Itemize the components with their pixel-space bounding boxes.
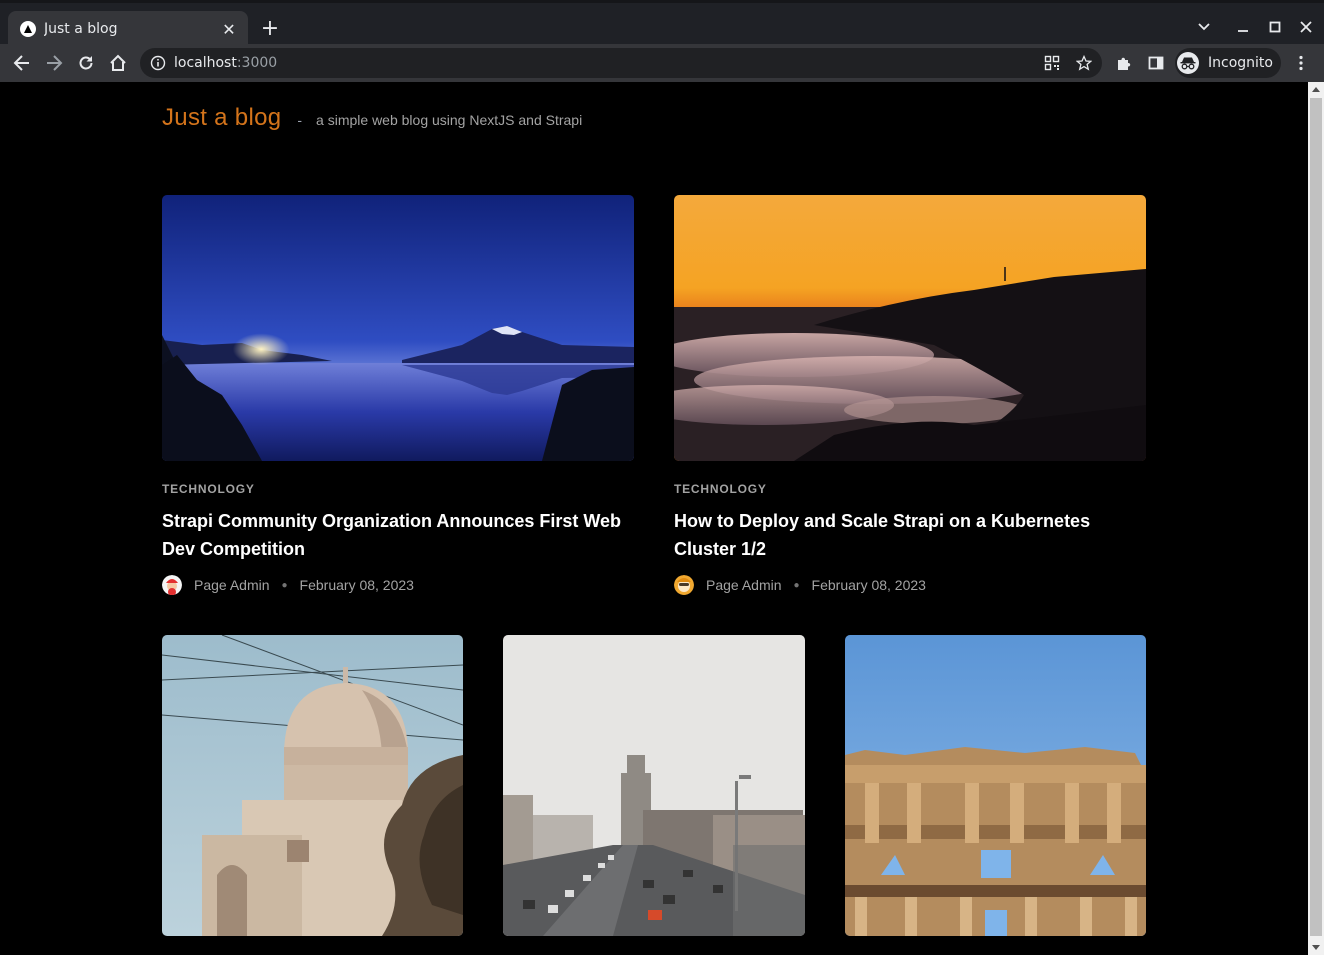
post-thumbnail-ancient-ruins[interactable] xyxy=(845,635,1146,936)
forward-button[interactable] xyxy=(40,49,68,77)
featured-post-card[interactable]: TECHNOLOGY Strapi Community Organization… xyxy=(162,195,634,595)
incognito-icon xyxy=(1177,52,1199,74)
new-tab-button[interactable]: + xyxy=(258,17,282,41)
post-title-link[interactable]: How to Deploy and Scale Strapi on a Kube… xyxy=(674,507,1146,563)
home-icon xyxy=(110,54,126,71)
scroll-down-arrow-icon[interactable] xyxy=(1312,945,1320,950)
side-panel-icon[interactable] xyxy=(1146,53,1166,73)
minimize-window-button[interactable] xyxy=(1227,13,1259,41)
reload-button[interactable] xyxy=(72,49,100,77)
post-card[interactable] xyxy=(845,635,1146,936)
meta-separator-dot: ● xyxy=(281,579,288,591)
post-thumbnail-sunset[interactable] xyxy=(674,195,1146,461)
url-host: localhost xyxy=(174,55,237,71)
browser-tab-strip: Just a blog ✕ + xyxy=(0,0,1324,47)
bookmark-star-icon[interactable] xyxy=(1076,55,1092,71)
arrow-left-icon xyxy=(13,55,29,71)
post-category[interactable]: TECHNOLOGY xyxy=(162,482,255,496)
tab-title: Just a blog xyxy=(44,21,118,37)
post-date: February 08, 2023 xyxy=(811,577,926,593)
post-category[interactable]: TECHNOLOGY xyxy=(674,482,767,496)
site-title-link[interactable]: Just a blog xyxy=(162,104,281,132)
home-button[interactable] xyxy=(104,49,132,77)
browser-tab[interactable]: Just a blog ✕ xyxy=(8,11,248,47)
tab-search-icon[interactable] xyxy=(1188,13,1220,41)
post-thumbnail-fuji[interactable] xyxy=(162,195,634,461)
post-title-link[interactable]: Strapi Community Organization Announces … xyxy=(162,507,634,563)
site-info-icon[interactable] xyxy=(150,55,166,71)
url-port: :3000 xyxy=(236,55,278,71)
post-thumbnail-mausoleum[interactable] xyxy=(162,635,463,936)
page-scrollbar[interactable] xyxy=(1308,82,1324,955)
profile-label: Incognito xyxy=(1208,55,1273,71)
post-author: Page Admin xyxy=(706,577,782,593)
post-card[interactable] xyxy=(503,635,805,936)
page-viewport: Just a blog - a simple web blog using Ne… xyxy=(0,82,1308,955)
post-thumbnail-city-traffic[interactable] xyxy=(503,635,805,936)
meta-separator-dot: ● xyxy=(793,579,800,591)
post-author: Page Admin xyxy=(194,577,270,593)
nextjs-favicon-icon xyxy=(20,21,36,37)
post-card[interactable] xyxy=(162,635,463,936)
arrow-right-icon xyxy=(47,55,63,71)
author-avatar xyxy=(674,575,694,595)
post-meta: Page Admin ● February 08, 2023 xyxy=(162,575,414,595)
maximize-window-button[interactable] xyxy=(1259,13,1291,41)
post-meta: Page Admin ● February 08, 2023 xyxy=(674,575,926,595)
browser-toolbar: localhost:3000 Incognito xyxy=(0,44,1324,82)
incognito-profile-button[interactable]: Incognito xyxy=(1175,48,1281,78)
reload-icon xyxy=(79,56,93,70)
featured-post-card[interactable]: TECHNOLOGY How to Deploy and Scale Strap… xyxy=(674,195,1146,595)
qr-code-icon[interactable] xyxy=(1044,55,1060,71)
scrollbar-thumb[interactable] xyxy=(1310,98,1322,936)
site-header: Just a blog - a simple web blog using Ne… xyxy=(162,104,582,132)
site-tagline: a simple web blog using NextJS and Strap… xyxy=(316,112,583,128)
header-separator: - xyxy=(297,112,303,128)
address-bar[interactable]: localhost:3000 xyxy=(140,48,1102,78)
author-avatar xyxy=(162,575,182,595)
close-tab-icon[interactable]: ✕ xyxy=(220,20,238,39)
close-window-button[interactable] xyxy=(1290,13,1322,41)
post-date: February 08, 2023 xyxy=(299,577,414,593)
scroll-up-arrow-icon[interactable] xyxy=(1312,87,1320,92)
extensions-puzzle-icon[interactable] xyxy=(1114,53,1134,73)
browser-menu-kebab-icon[interactable] xyxy=(1291,53,1311,73)
back-button[interactable] xyxy=(8,49,36,77)
